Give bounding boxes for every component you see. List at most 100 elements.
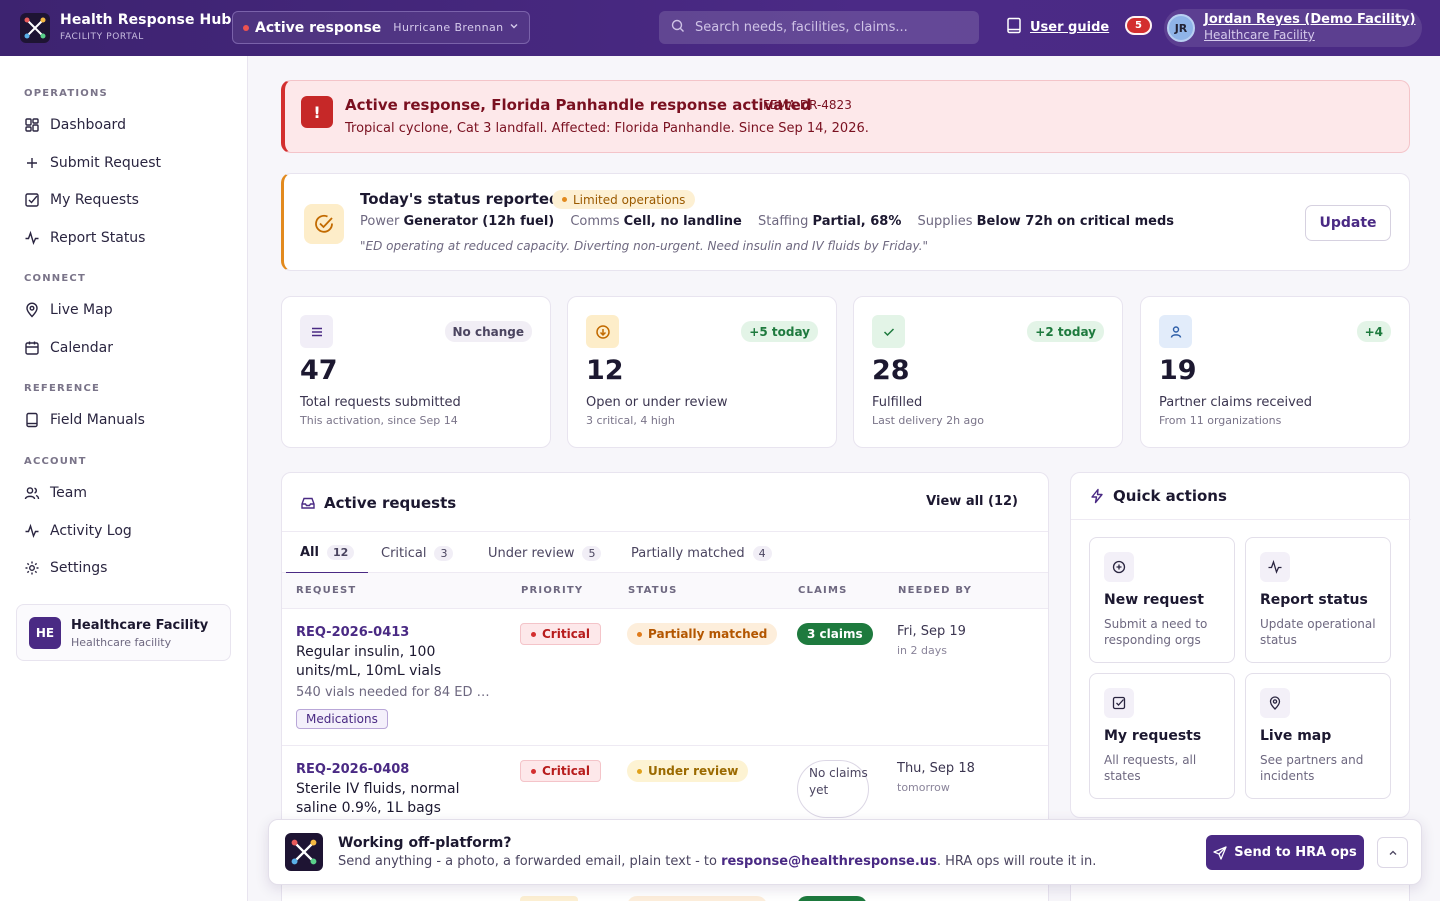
category-tag: Medications	[296, 709, 388, 729]
response-selector[interactable]: Active response Hurricane Brennan	[232, 11, 530, 44]
book-icon	[1006, 17, 1022, 38]
checkbox-icon	[1104, 688, 1134, 718]
check-icon	[872, 315, 905, 348]
user-role[interactable]: Healthcare Facility	[1204, 28, 1315, 42]
fact-value: Generator (12h fuel)	[403, 214, 555, 229]
sidebar-item-dashboard[interactable]: Dashboard	[24, 114, 126, 136]
user-name[interactable]: Jordan Reyes (Demo Facility)	[1204, 12, 1416, 27]
tab-label: Critical	[381, 545, 427, 561]
quick-action-desc: Update operational status	[1260, 617, 1376, 647]
sidebar-item-field-manuals[interactable]: Field Manuals	[24, 409, 145, 431]
fact-value: Cell, no landline	[623, 214, 742, 229]
fact-label: Comms	[570, 214, 620, 229]
banner-text: . HRA ops will route it in.	[936, 854, 1097, 869]
quick-action-title: Live map	[1260, 728, 1332, 744]
stat-label: Total requests submitted	[300, 395, 461, 410]
alert-icon: !	[301, 96, 333, 128]
top-bar: Health Response Hub FACILITY PORTAL Acti…	[0, 0, 1440, 56]
search-input[interactable]	[695, 20, 955, 35]
stat-card-open[interactable]: +5 today 12 Open or under review 3 criti…	[567, 296, 837, 448]
update-button[interactable]: Update	[1305, 205, 1391, 241]
view-all-link[interactable]: View all (12)	[926, 494, 1018, 509]
tab-under-review[interactable]: Under review 5	[488, 532, 602, 574]
tab-partially-matched[interactable]: Partially matched 4	[631, 532, 772, 574]
quick-actions-panel: Quick actions New request Submit a need …	[1070, 472, 1411, 818]
sidebar-item-live-map[interactable]: Live Map	[24, 299, 113, 321]
status-label: Under review	[648, 764, 739, 778]
status-badge-label: Limited operations	[573, 192, 686, 207]
quick-action-my-requests[interactable]: My requests All requests, all states	[1089, 673, 1235, 799]
section-label-account: ACCOUNT	[24, 456, 87, 467]
search-icon	[671, 18, 685, 37]
live-dot-icon	[243, 24, 249, 31]
brand-title: Health Response Hub	[60, 12, 232, 28]
sidebar-item-settings[interactable]: Settings	[24, 557, 107, 579]
user-menu[interactable]: JR Jordan Reyes (Demo Facility) Healthca…	[1164, 9, 1422, 47]
fact-value: Below 72h on critical meds	[976, 214, 1174, 229]
sidebar-item-report-status[interactable]: Report Status	[24, 227, 145, 249]
tab-critical[interactable]: Critical 3	[381, 532, 454, 574]
priority-label: Critical	[542, 764, 591, 778]
request-id[interactable]: REQ-2026-0413	[296, 625, 409, 640]
alert-code: FEMA DR-4823	[763, 98, 852, 112]
quick-action-new-request[interactable]: New request Submit a need to responding …	[1089, 537, 1235, 663]
table-row[interactable]: REQ-2026-0413 Regular insulin, 100 units…	[282, 609, 1048, 746]
status-card: Today's status reported Limited operatio…	[281, 173, 1410, 271]
stat-delta: +5 today	[741, 321, 818, 342]
off-platform-banner: Working off-platform? Send anything - a …	[268, 819, 1422, 885]
quick-action-report-status[interactable]: Report status Update operational status	[1245, 537, 1391, 663]
request-title: Regular insulin, 100 units/mL, 10mL vial…	[296, 644, 442, 679]
fact-value: Partial, 68%	[812, 214, 902, 229]
tab-count: 5	[582, 545, 602, 561]
status-title: Today's status reported	[360, 190, 560, 208]
section-label-operations: OPERATIONS	[24, 88, 108, 99]
column-header: REQUEST	[296, 585, 357, 596]
stat-sub: This activation, since Sep 14	[300, 414, 458, 427]
notification-badge[interactable]: 5	[1125, 16, 1152, 35]
sidebar-item-label: Activity Log	[50, 523, 132, 539]
sidebar-item-activity-log[interactable]: Activity Log	[24, 520, 132, 542]
send-button-label: Send to HRA ops	[1234, 845, 1357, 860]
stat-value: 47	[300, 355, 338, 386]
column-header: CLAIMS	[798, 585, 848, 596]
sidebar-item-submit-request[interactable]: Submit Request	[24, 152, 161, 174]
logo-icon[interactable]	[20, 13, 50, 43]
tab-all[interactable]: All 12	[286, 532, 369, 574]
sidebar-item-my-requests[interactable]: My Requests	[24, 189, 139, 211]
claims-badge[interactable]: 3 claims	[797, 623, 873, 645]
grid-icon	[25, 118, 39, 132]
tab-label: All	[300, 544, 319, 560]
status-facts: Power Generator (12h fuel) Comms Cell, n…	[360, 214, 1186, 229]
facility-name: Healthcare Facility	[71, 618, 209, 633]
status-note: "ED operating at reduced capacity. Diver…	[360, 239, 929, 253]
book-icon	[26, 412, 38, 428]
sidebar-item-label: Report Status	[50, 230, 146, 246]
tab-label: Under review	[488, 545, 575, 561]
sidebar-item-calendar[interactable]: Calendar	[24, 337, 113, 359]
user-guide-link[interactable]: User guide	[1006, 17, 1109, 38]
send-to-ops-button[interactable]: Send to HRA ops	[1206, 835, 1364, 870]
request-id[interactable]: REQ-2026-0408	[296, 762, 409, 777]
stat-value: 28	[872, 355, 910, 386]
stat-card-total[interactable]: No change 47 Total requests submitted Th…	[281, 296, 551, 448]
tab-label: Partially matched	[631, 545, 745, 561]
facility-switcher[interactable]: HE Healthcare Facility Healthcare facili…	[16, 604, 231, 661]
inbox-icon	[300, 495, 316, 515]
claims-badge	[797, 896, 867, 901]
email-link[interactable]: response@healthresponse.us	[721, 854, 937, 869]
sidebar-item-label: Live Map	[50, 302, 113, 318]
tab-count: 12	[326, 544, 355, 560]
search-bar[interactable]	[659, 11, 979, 44]
plus-circle-icon	[1104, 552, 1134, 582]
stat-card-claims[interactable]: +4 19 Partner claims received From 11 or…	[1140, 296, 1410, 448]
divider	[1071, 519, 1411, 520]
request-tabs: All 12 Critical 3 Under review 5 Partially …	[282, 531, 1048, 574]
sidebar-item-label: Calendar	[50, 340, 113, 356]
stat-card-fulfilled[interactable]: +2 today 28 Fulfilled Last delivery 2h a…	[853, 296, 1123, 448]
request-description: 540 vials needed for 84 ED and inpatient…	[296, 685, 496, 700]
quick-action-live-map[interactable]: Live map See partners and incidents	[1245, 673, 1391, 799]
fact-label: Power	[360, 214, 400, 229]
sidebar: OPERATIONS Dashboard Submit Request My R…	[0, 56, 248, 901]
collapse-button[interactable]	[1377, 837, 1408, 868]
sidebar-item-team[interactable]: Team	[24, 482, 87, 504]
